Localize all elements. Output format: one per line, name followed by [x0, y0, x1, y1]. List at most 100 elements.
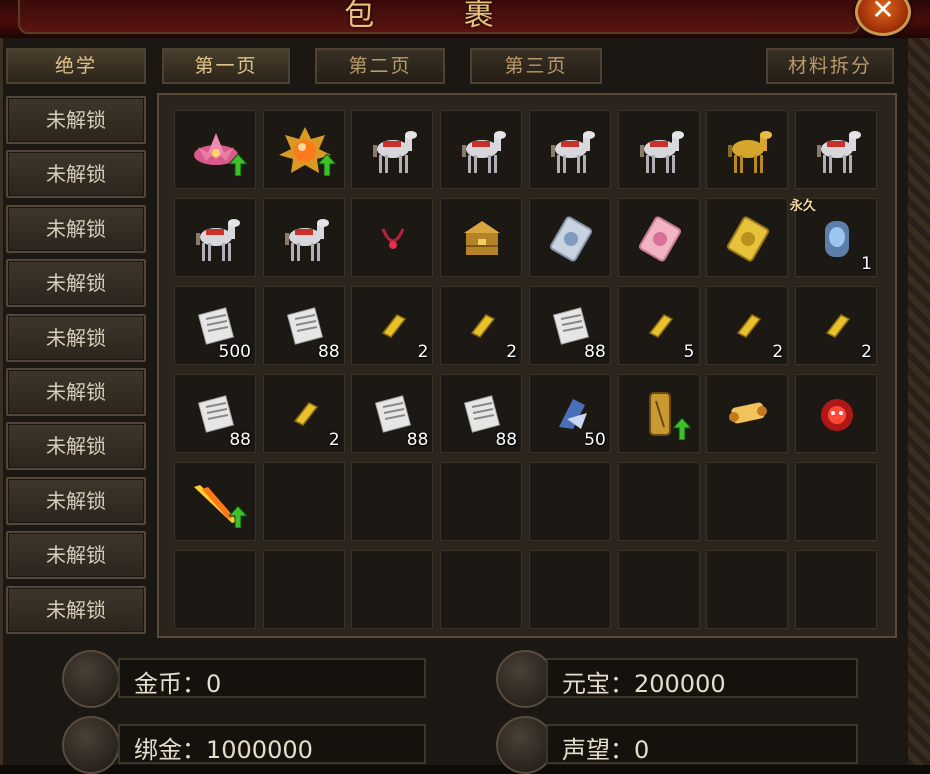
- white-horse-icon: [352, 111, 434, 190]
- item-quantity: 50: [584, 430, 606, 450]
- lotus-icon: [175, 111, 257, 190]
- title-bar: 包 裹: [0, 0, 930, 41]
- pink-card-icon: [619, 199, 701, 278]
- inventory-slot[interactable]: [794, 110, 877, 189]
- upgrade-arrow-icon: [227, 153, 249, 177]
- tab-skills[interactable]: 绝学: [6, 48, 146, 84]
- skill-slot-locked[interactable]: 未解锁: [6, 585, 146, 634]
- bound-gold-field: 绑金：1000000: [118, 724, 426, 764]
- empty-slot[interactable]: [528, 462, 611, 541]
- inventory-slot[interactable]: [528, 198, 611, 277]
- item-quantity: 2: [861, 342, 872, 362]
- inventory-slot[interactable]: [706, 198, 789, 278]
- gold-card-icon: [707, 199, 789, 278]
- white-horse-icon: [175, 199, 257, 278]
- bound-gold-icon: [62, 716, 120, 774]
- item-quantity: 88: [495, 430, 518, 450]
- inventory-slot[interactable]: [617, 198, 701, 278]
- skill-slot-locked[interactable]: 未解锁: [6, 96, 146, 144]
- inventory-slot[interactable]: [351, 198, 434, 277]
- skill-slot-locked[interactable]: 未解锁: [6, 313, 146, 362]
- inventory-slot[interactable]: 2: [262, 374, 345, 453]
- empty-slot[interactable]: [440, 462, 523, 541]
- inventory-slot[interactable]: 2: [706, 286, 789, 365]
- inventory-slot[interactable]: [706, 110, 789, 190]
- empty-slot[interactable]: [528, 550, 611, 629]
- inventory-slot[interactable]: [794, 374, 878, 454]
- empty-slot[interactable]: [617, 462, 700, 541]
- inventory-slot[interactable]: [174, 198, 256, 277]
- inventory-slot[interactable]: 2: [794, 286, 877, 365]
- item-quantity: 88: [584, 342, 606, 362]
- empty-slot[interactable]: [351, 462, 434, 541]
- item-tag: 永久: [789, 199, 816, 214]
- item-quantity: 2: [506, 342, 518, 362]
- yuanbao-amount: 元宝：200000: [562, 670, 726, 698]
- inventory-slot[interactable]: [440, 198, 523, 278]
- inventory-slot[interactable]: 88: [262, 286, 345, 365]
- prestige-field: 声望：0: [546, 724, 858, 764]
- inventory-slot[interactable]: 1 永久: [790, 198, 877, 277]
- inventory-slot[interactable]: 50: [528, 374, 611, 453]
- empty-slot[interactable]: [262, 462, 345, 541]
- empty-slot[interactable]: [706, 462, 789, 541]
- gold-field: 金币：0: [118, 658, 426, 698]
- inventory-slot[interactable]: [174, 110, 256, 189]
- red-demon-icon: [796, 375, 878, 454]
- inventory-slot[interactable]: 5: [617, 286, 700, 365]
- inventory-slot[interactable]: 88: [528, 286, 611, 365]
- inventory-slot[interactable]: 88: [351, 374, 434, 453]
- tab-page-2[interactable]: 第二页: [315, 48, 445, 84]
- inventory-slot[interactable]: [706, 374, 789, 453]
- item-quantity: 88: [318, 342, 340, 362]
- flame-blade-icon: [175, 463, 257, 542]
- inventory-slot[interactable]: [351, 110, 434, 190]
- skill-slot-locked[interactable]: 未解锁: [6, 422, 146, 471]
- upgrade-arrow-icon: [227, 505, 249, 529]
- empty-slot[interactable]: [794, 462, 877, 541]
- item-quantity: 88: [406, 430, 429, 450]
- empty-slot[interactable]: [351, 550, 434, 629]
- empty-slot[interactable]: [174, 550, 256, 629]
- empty-slot[interactable]: [706, 550, 789, 629]
- empty-slot[interactable]: [262, 550, 345, 629]
- skill-slot-locked[interactable]: 未解锁: [6, 150, 146, 199]
- golden-horse-icon: [707, 111, 789, 190]
- treasure-chest-icon: [441, 199, 523, 278]
- gold-token-icon: [619, 375, 701, 454]
- inventory-slot[interactable]: 88: [174, 374, 256, 453]
- inventory-slot[interactable]: 88: [440, 374, 523, 453]
- prestige-amount: 声望：0: [562, 736, 650, 764]
- inventory-slot[interactable]: [617, 110, 700, 189]
- window-title: 包 裹: [344, 0, 534, 33]
- empty-slot[interactable]: [617, 550, 700, 629]
- skill-slot-locked[interactable]: 未解锁: [6, 368, 146, 416]
- inventory-slot[interactable]: [528, 110, 611, 189]
- skill-slot-locked[interactable]: 未解锁: [6, 531, 146, 580]
- inventory-slot[interactable]: 2: [440, 286, 523, 365]
- empty-slot[interactable]: [440, 550, 523, 629]
- title-banner: 包 裹: [18, 0, 860, 34]
- item-grid: 1 永久 500 88 2 2 88 5 2 2 88 2 88 88 50: [157, 93, 897, 638]
- empty-slot[interactable]: [794, 550, 877, 629]
- skill-slot-locked[interactable]: 未解锁: [6, 259, 146, 308]
- inventory-slot[interactable]: [262, 110, 346, 190]
- item-quantity: 1: [861, 254, 872, 274]
- inventory-slot[interactable]: [262, 198, 346, 278]
- inventory-slot[interactable]: [174, 462, 256, 541]
- tab-page-1[interactable]: 第一页: [162, 48, 290, 84]
- sun-orb-icon: [264, 111, 346, 190]
- skill-slot-locked[interactable]: 未解锁: [6, 204, 146, 253]
- tab-page-3[interactable]: 第三页: [470, 48, 602, 84]
- inventory-slot[interactable]: [617, 374, 701, 454]
- inventory-slot[interactable]: 2: [351, 286, 434, 365]
- close-icon: ✕: [871, 0, 895, 26]
- inventory-slot[interactable]: 500: [174, 286, 256, 365]
- inventory-slot[interactable]: [440, 110, 523, 189]
- gold-amount: 金币：0: [134, 670, 222, 698]
- skill-slot-locked[interactable]: 未解锁: [6, 476, 146, 525]
- item-quantity: 2: [417, 342, 429, 362]
- item-quantity: 2: [328, 430, 340, 450]
- material-split-button[interactable]: 材料拆分: [766, 48, 894, 84]
- white-horse-icon: [264, 199, 346, 278]
